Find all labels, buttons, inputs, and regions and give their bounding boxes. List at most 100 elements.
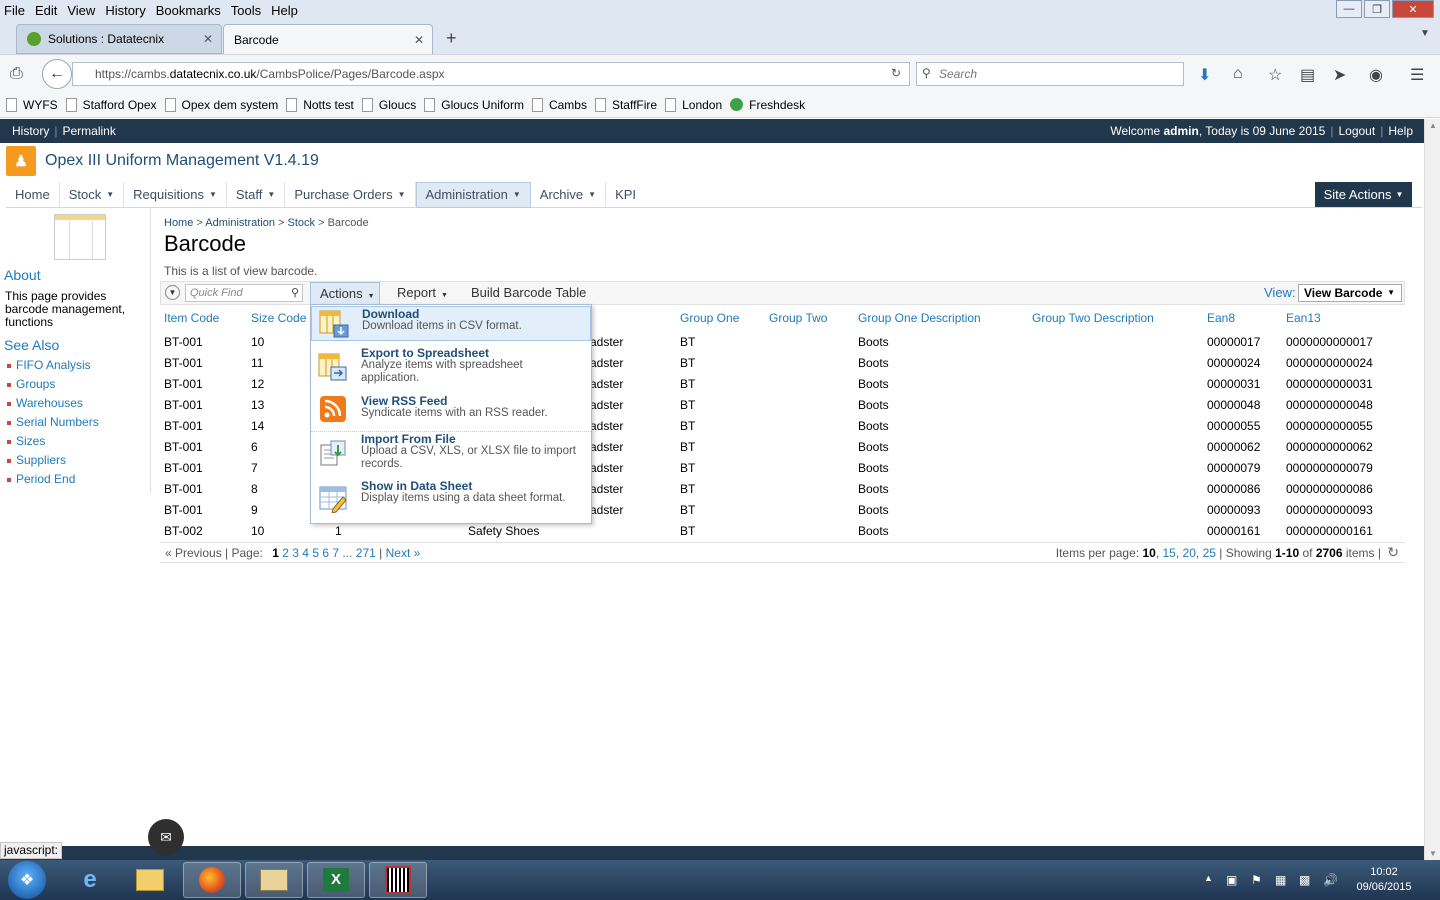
mail-icon[interactable]: ✉ (148, 819, 184, 855)
per-page-option[interactable]: 25 (1203, 546, 1216, 560)
nav-home[interactable]: Home (6, 181, 60, 208)
history-link[interactable]: History (12, 124, 49, 138)
column-header-ean8[interactable]: Ean8 (1207, 311, 1235, 325)
permalink-link[interactable]: Permalink (62, 124, 115, 138)
bookmark-item[interactable]: Opex dem system (164, 97, 278, 112)
menu-item-download[interactable]: Download Download items in CSV format. (311, 306, 591, 341)
sidebar-item-suppliers[interactable]: Suppliers (7, 453, 99, 472)
file-explorer-icon[interactable] (121, 862, 179, 898)
print-icon[interactable]: ⎙ (10, 65, 23, 83)
page-link[interactable]: 7 (332, 546, 339, 560)
site-actions-button[interactable]: Site Actions ▼ (1315, 182, 1412, 207)
app-title[interactable]: Opex III Uniform Management V1.4.19 (45, 152, 319, 170)
page-link[interactable]: 4 (302, 546, 309, 560)
bookmark-item[interactable]: London (665, 97, 722, 112)
column-header-group-two[interactable]: Group Two (769, 311, 827, 325)
scroll-up-icon[interactable]: ▲ (1429, 121, 1437, 130)
column-header-group-two-description[interactable]: Group Two Description (1032, 311, 1154, 325)
build-barcode-table-button[interactable]: Build Barcode Table (471, 282, 586, 305)
vertical-scrollbar[interactable]: ▲ ▼ (1424, 119, 1440, 860)
column-header-ean13[interactable]: Ean13 (1286, 311, 1321, 325)
start-button-icon[interactable]: ❖ (8, 861, 46, 899)
sidebar-item-groups[interactable]: Groups (7, 377, 99, 396)
back-button[interactable]: ← (42, 59, 72, 89)
nav-stock[interactable]: Stock ▼ (60, 181, 125, 208)
reading-list-icon[interactable]: ▤ (1300, 65, 1315, 85)
bookmark-item[interactable]: Cambs (531, 97, 587, 112)
sidebar-item-period-end[interactable]: Period End (7, 472, 99, 491)
network-icon[interactable]: ▩ (1299, 873, 1310, 887)
app-logo-icon[interactable]: ♟ (6, 146, 36, 176)
column-header-group-one[interactable]: Group One (680, 311, 739, 325)
menu-item-show-in-data-sheet[interactable]: Show in Data Sheet Display items using a… (311, 479, 591, 523)
minimize-icon[interactable]: — (1336, 0, 1362, 18)
view-select[interactable]: View Barcode ▼ (1298, 284, 1402, 302)
close-window-icon[interactable]: ✕ (1392, 0, 1434, 18)
column-header-item-code[interactable]: Item Code (164, 311, 219, 325)
url-bar[interactable]: https://cambs. datatecnix.co.uk/CambsPoli… (72, 62, 910, 86)
menu-item-export-to-spreadsheet[interactable]: Export to Spreadsheet Analyze items with… (311, 346, 591, 390)
internet-explorer-icon[interactable]: e (61, 862, 119, 898)
sidebar-item-fifo-analysis[interactable]: FIFO Analysis (7, 358, 99, 377)
search-icon[interactable]: ⚲ (291, 285, 299, 301)
sidebar-item-sizes[interactable]: Sizes (7, 434, 99, 453)
bookmark-item[interactable]: Stafford Opex (65, 97, 157, 112)
tab-barcode[interactable]: Barcode ✕ (223, 24, 433, 54)
quick-find-toggle-icon[interactable]: ▼ (165, 285, 180, 300)
menu-item-import-from-file[interactable]: Import From File Upload a CSV, XLS, or X… (311, 431, 591, 475)
home-icon[interactable]: ⌂ (1233, 65, 1243, 83)
menu-file[interactable]: File (4, 3, 25, 18)
refresh-icon[interactable]: ↻ (1387, 544, 1399, 561)
flag-icon[interactable]: ⚑ (1251, 873, 1262, 887)
close-tab-icon[interactable]: ✕ (414, 33, 424, 47)
hamburger-menu-icon[interactable]: ☰ (1410, 65, 1424, 85)
new-tab-icon[interactable]: + (446, 28, 457, 49)
nav-requisitions[interactable]: Requisitions ▼ (124, 181, 227, 208)
bookmark-item[interactable]: Gloucs Uniform (424, 97, 524, 112)
maximize-icon[interactable]: ❐ (1364, 0, 1390, 18)
firefox-icon[interactable] (183, 862, 241, 898)
quick-find-input[interactable]: Quick Find ⚲ (185, 284, 303, 302)
menu-item-view-rss-feed[interactable]: View RSS Feed Syndicate items with an RS… (311, 394, 591, 428)
column-header-group-one-description[interactable]: Group One Description (858, 311, 981, 325)
tab-solutions[interactable]: Solutions : Datatecnix ✕ (16, 24, 222, 54)
send-icon[interactable]: ➤ (1333, 65, 1346, 85)
breadcrumb-administration[interactable]: Administration (205, 217, 275, 229)
page-link[interactable]: 2 (282, 546, 289, 560)
next-link[interactable]: Next » (386, 546, 421, 560)
volume-icon[interactable]: 🔊 (1323, 873, 1338, 887)
previous-link[interactable]: « Previous (165, 546, 222, 560)
bookmark-item[interactable]: Freshdesk (730, 98, 805, 112)
nav-archive[interactable]: Archive ▼ (531, 181, 607, 208)
barcode-designer-icon[interactable] (369, 862, 427, 898)
bookmark-star-icon[interactable]: ☆ (1268, 65, 1282, 85)
windows-icon[interactable]: ▦ (1275, 873, 1286, 887)
menu-bookmarks[interactable]: Bookmarks (156, 3, 221, 18)
search-input[interactable]: ⚲ Search (916, 62, 1184, 86)
breadcrumb-home[interactable]: Home (164, 217, 193, 229)
actions-button[interactable]: Actions ▼ (310, 282, 380, 305)
sidebar-item-serial-numbers[interactable]: Serial Numbers (7, 415, 99, 434)
reload-icon[interactable]: ↻ (891, 66, 901, 80)
menu-tools[interactable]: Tools (231, 3, 261, 18)
column-header-size-code[interactable]: Size Code (251, 311, 306, 325)
nav-administration[interactable]: Administration ▼ (415, 181, 531, 208)
logout-link[interactable]: Logout (1338, 124, 1375, 138)
menu-view[interactable]: View (67, 3, 95, 18)
report-button[interactable]: Report ▼ (397, 282, 448, 305)
page-link-last[interactable]: 271 (356, 546, 376, 560)
page-link[interactable]: 5 (312, 546, 319, 560)
bookmark-item[interactable]: StaffFire (594, 97, 657, 112)
menu-history[interactable]: History (105, 3, 145, 18)
explorer-window-icon[interactable] (245, 862, 303, 898)
nav-kpi[interactable]: KPI (606, 182, 645, 208)
menu-help[interactable]: Help (271, 3, 298, 18)
close-tab-icon[interactable]: ✕ (203, 32, 213, 46)
tab-list-icon[interactable]: ▼ (1420, 28, 1430, 39)
bookmark-item[interactable]: WYFS (6, 97, 58, 112)
sidebar-item-warehouses[interactable]: Warehouses (7, 396, 99, 415)
chat-icon[interactable]: ◉ (1369, 65, 1383, 85)
breadcrumb-stock[interactable]: Stock (288, 217, 316, 229)
nav-purchase-orders[interactable]: Purchase Orders ▼ (285, 181, 416, 208)
scroll-down-icon[interactable]: ▼ (1429, 849, 1437, 858)
